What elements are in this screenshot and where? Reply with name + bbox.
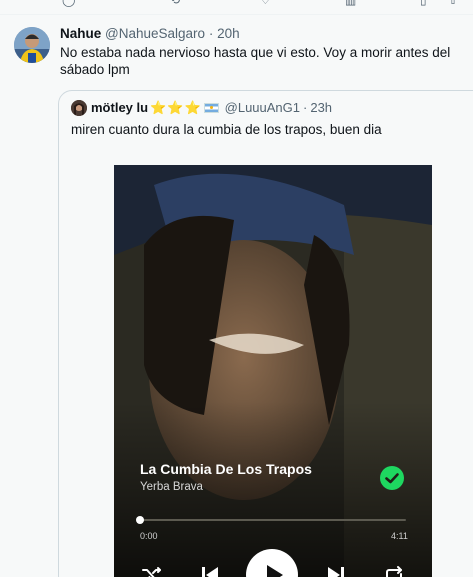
author-handle[interactable]: @NahueSalgaro: [105, 26, 205, 41]
play-button[interactable]: [246, 549, 298, 577]
song-artist[interactable]: Yerba Brava: [140, 481, 203, 493]
previous-tweet-actions: ◯ ⟲ ♡ ▥ ▯ ⇧: [0, 0, 473, 14]
like-icon[interactable]: ♡: [260, 0, 271, 7]
share-icon[interactable]: ⇧: [448, 0, 458, 7]
song-title: La Cumbia De Los Trapos: [140, 461, 312, 477]
shuffle-icon[interactable]: [140, 563, 164, 577]
check-icon[interactable]: [380, 466, 404, 490]
retweet-icon[interactable]: ⟲: [170, 0, 180, 7]
quoted-tweet[interactable]: mötley lu ⭐⭐⭐ @LuuuAnG1 · 23h miren cuan…: [58, 90, 473, 577]
tweet[interactable]: Nahue @NahueSalgaro · 20h No estaba nada…: [0, 15, 473, 577]
views-icon[interactable]: ▥: [345, 0, 356, 7]
author-name[interactable]: Nahue: [60, 26, 101, 41]
quoted-author-name[interactable]: mötley lu: [91, 99, 148, 117]
quoted-avatar[interactable]: [71, 100, 87, 116]
tweet-text: No estaba nada nervioso hasta que vi est…: [60, 45, 451, 77]
reply-icon[interactable]: ◯: [62, 0, 75, 7]
tweet-header: Nahue @NahueSalgaro · 20h: [60, 25, 240, 43]
quoted-tweet-text: miren cuanto dura la cumbia de los trapo…: [71, 122, 382, 137]
video-frame: [114, 165, 432, 577]
repeat-icon[interactable]: [382, 563, 406, 577]
progress-knob[interactable]: [136, 516, 144, 524]
play-icon: [267, 565, 283, 577]
argentina-flag-icon: [203, 103, 219, 113]
star-emoji-icon: ⭐⭐⭐: [150, 100, 202, 115]
bookmark-icon[interactable]: ▯: [420, 0, 427, 7]
video-player[interactable]: La Cumbia De Los Trapos Yerba Brava 0:00…: [114, 165, 432, 577]
song-duration: 4:11: [391, 531, 408, 541]
previous-icon[interactable]: [198, 563, 222, 577]
avatar[interactable]: [14, 27, 50, 63]
quoted-tweet-time[interactable]: 23h: [310, 99, 332, 117]
elapsed-time: 0:00: [140, 531, 158, 541]
separator-dot: ·: [303, 100, 308, 115]
quoted-tweet-header: mötley lu ⭐⭐⭐ @LuuuAnG1 · 23h: [71, 99, 332, 117]
next-icon[interactable]: [324, 563, 348, 577]
separator-dot: ·: [208, 26, 214, 41]
quoted-author-handle[interactable]: @LuuuAnG1: [225, 99, 300, 117]
tweet-time[interactable]: 20h: [217, 26, 240, 41]
progress-bar[interactable]: [136, 516, 406, 524]
